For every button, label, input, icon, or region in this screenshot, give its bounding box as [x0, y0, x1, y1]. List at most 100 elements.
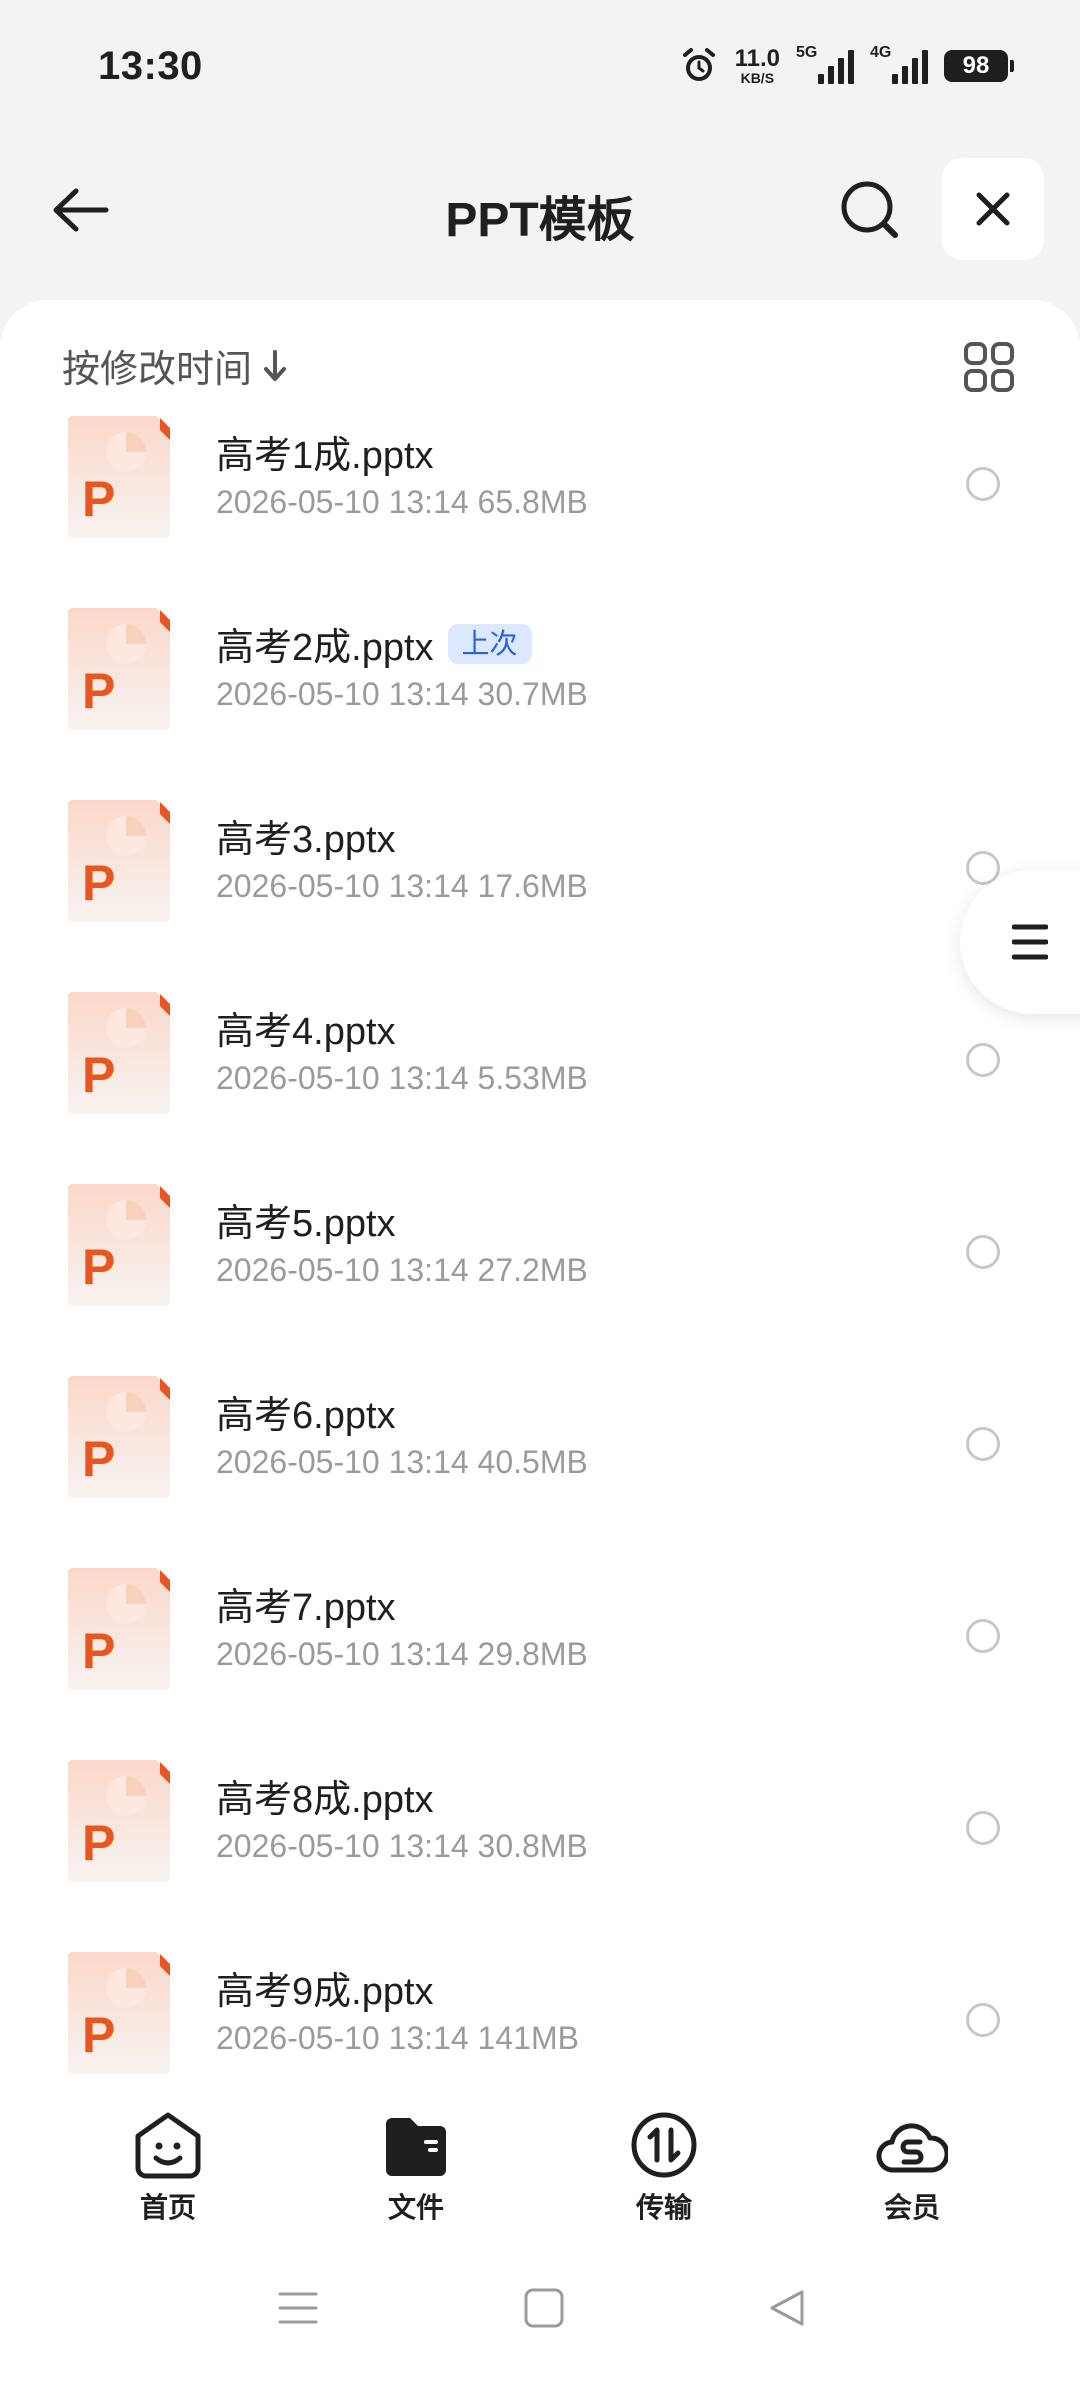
sort-bar: 按修改时间: [0, 300, 1080, 410]
file-meta: 2026-05-10 13:14 30.8MB: [216, 1828, 588, 1865]
folder-icon: [386, 2118, 446, 2176]
arrow-down-icon: [264, 349, 287, 381]
file-date: 2026-05-10 13:14: [216, 2020, 469, 2056]
file-name: 高考7.pptx: [216, 1587, 396, 1629]
file-row[interactable]: P 高考7.pptx 2026-05-10 13:14 29.8MB: [0, 1522, 1080, 1714]
home-square-icon[interactable]: [522, 2286, 566, 2330]
file-date: 2026-05-10 13:14: [216, 1444, 469, 1480]
file-list-panel: P 高考1成.pptx 2026-05-10 13:14 65.8MB P 高考2成.p…: [0, 300, 1080, 2080]
svg-text:P: P: [82, 1623, 115, 1679]
home-face-icon: [135, 2112, 201, 2179]
file-size: 30.7MB: [477, 676, 588, 712]
svg-text:P: P: [82, 663, 115, 719]
file-date: 2026-05-10 13:14: [216, 1828, 469, 1864]
status-icons: 11.0 KB/S 5G 4G 98: [679, 44, 1014, 88]
file-size: 5.53MB: [477, 1060, 588, 1096]
sort-by-modified-button[interactable]: 按修改时间: [62, 338, 288, 393]
network-speed: 11.0 KB/S: [734, 45, 780, 86]
recent-apps-icon[interactable]: [276, 2286, 320, 2330]
nav-home[interactable]: 首页: [98, 2110, 238, 2226]
select-radio[interactable]: [966, 1427, 1000, 1461]
svg-text:P: P: [82, 1431, 115, 1487]
select-radio[interactable]: [966, 1235, 1000, 1269]
status-bar: 13:30 11.0 KB/S 5G 4G 98: [0, 0, 1080, 130]
ppt-file-icon: P: [68, 1760, 170, 1882]
file-meta: 2026-05-10 13:14 5.53MB: [216, 1060, 588, 1097]
select-radio[interactable]: [966, 1043, 1000, 1077]
file-date: 2026-05-10 13:14: [216, 676, 469, 712]
file-size: 27.2MB: [477, 1252, 588, 1288]
ppt-file-icon: P: [68, 1376, 170, 1498]
file-row[interactable]: P 高考2成.pptx 上次 2026-05-10 13:14 30.7MB: [0, 562, 1080, 754]
select-radio[interactable]: [966, 2003, 1000, 2037]
file-size: 29.8MB: [477, 1636, 588, 1672]
close-button[interactable]: [942, 158, 1044, 260]
ppt-file-icon: P: [68, 1568, 170, 1690]
svg-text:P: P: [82, 855, 115, 911]
transfer-icon: [631, 2112, 697, 2178]
grid-view-icon[interactable]: [962, 340, 1016, 394]
svg-text:P: P: [82, 1815, 115, 1871]
file-name: 高考3.pptx: [216, 819, 396, 861]
file-row[interactable]: P 高考6.pptx 2026-05-10 13:14 40.5MB: [0, 1330, 1080, 1522]
close-icon: [976, 192, 1010, 226]
svg-text:P: P: [82, 1047, 115, 1103]
nav-vip[interactable]: 会员: [842, 2110, 982, 2226]
file-date: 2026-05-10 13:14: [216, 868, 469, 904]
file-size: 40.5MB: [477, 1444, 588, 1480]
back-triangle-icon[interactable]: [766, 2286, 810, 2330]
file-name: 高考8成.pptx: [216, 1779, 434, 1821]
select-radio[interactable]: [966, 1619, 1000, 1653]
search-icon: [841, 181, 898, 238]
menu-icon: [1012, 924, 1048, 960]
header: PPT模板: [0, 150, 1080, 270]
ppt-file-icon: P: [68, 800, 170, 922]
file-row[interactable]: P 高考9成.pptx 2026-05-10 13:14 141MB: [0, 1906, 1080, 2080]
file-name: 高考1成.pptx: [216, 435, 434, 477]
svg-text:P: P: [82, 1239, 115, 1295]
file-row[interactable]: P 高考3.pptx 2026-05-10 13:14 17.6MB: [0, 754, 1080, 946]
file-date: 2026-05-10 13:14: [216, 1252, 469, 1288]
ppt-file-icon: P: [68, 992, 170, 1114]
ppt-file-icon: P: [68, 608, 170, 730]
file-name: 高考5.pptx: [216, 1203, 396, 1245]
file-size: 141MB: [477, 2020, 579, 2056]
nav-transfer[interactable]: 传输: [594, 2110, 734, 2226]
svg-text:P: P: [82, 471, 115, 527]
file-name: 高考4.pptx: [216, 1011, 396, 1053]
select-radio[interactable]: [966, 1811, 1000, 1845]
nav-files[interactable]: 文件: [346, 2110, 486, 2226]
file-date: 2026-05-10 13:14: [216, 484, 469, 520]
file-meta: 2026-05-10 13:14 30.7MB: [216, 676, 588, 713]
file-date: 2026-05-10 13:14: [216, 1060, 469, 1096]
file-meta: 2026-05-10 13:14 141MB: [216, 2020, 579, 2057]
sort-label: 按修改时间: [62, 349, 253, 391]
svg-text:P: P: [82, 2007, 115, 2063]
ppt-file-icon: P: [68, 1184, 170, 1306]
select-radio[interactable]: [966, 467, 1000, 501]
file-meta: 2026-05-10 13:14 40.5MB: [216, 1444, 588, 1481]
file-row[interactable]: P 高考4.pptx 2026-05-10 13:14 5.53MB: [0, 946, 1080, 1138]
signal-5g-icon: 5G: [796, 44, 854, 84]
file-size: 17.6MB: [477, 868, 588, 904]
file-name: 高考6.pptx: [216, 1395, 396, 1437]
file-meta: 2026-05-10 13:14 29.8MB: [216, 1636, 588, 1673]
page-title: PPT模板: [445, 194, 635, 247]
ppt-file-icon: P: [68, 1952, 170, 2074]
signal-4g-icon: 4G: [870, 44, 928, 84]
file-name: 高考9成.pptx: [216, 1971, 434, 2013]
last-opened-badge: 上次: [447, 623, 532, 664]
file-row[interactable]: P 高考5.pptx 2026-05-10 13:14 27.2MB: [0, 1138, 1080, 1330]
battery-icon: 98: [944, 50, 1014, 82]
file-meta: 2026-05-10 13:14 27.2MB: [216, 1252, 588, 1289]
file-name: 高考2成.pptx 上次: [216, 616, 532, 671]
file-row[interactable]: P 高考8成.pptx 2026-05-10 13:14 30.8MB: [0, 1714, 1080, 1906]
file-meta: 2026-05-10 13:14 17.6MB: [216, 868, 588, 905]
bottom-nav: 首页 文件 传输 会员: [0, 2080, 1080, 2223]
file-meta: 2026-05-10 13:14 65.8MB: [216, 484, 588, 521]
system-nav-bar: [0, 2220, 1080, 2392]
file-size: 65.8MB: [477, 484, 588, 520]
search-button[interactable]: [834, 174, 906, 246]
ppt-file-icon: P: [68, 416, 170, 538]
alarm-icon: [682, 48, 715, 81]
